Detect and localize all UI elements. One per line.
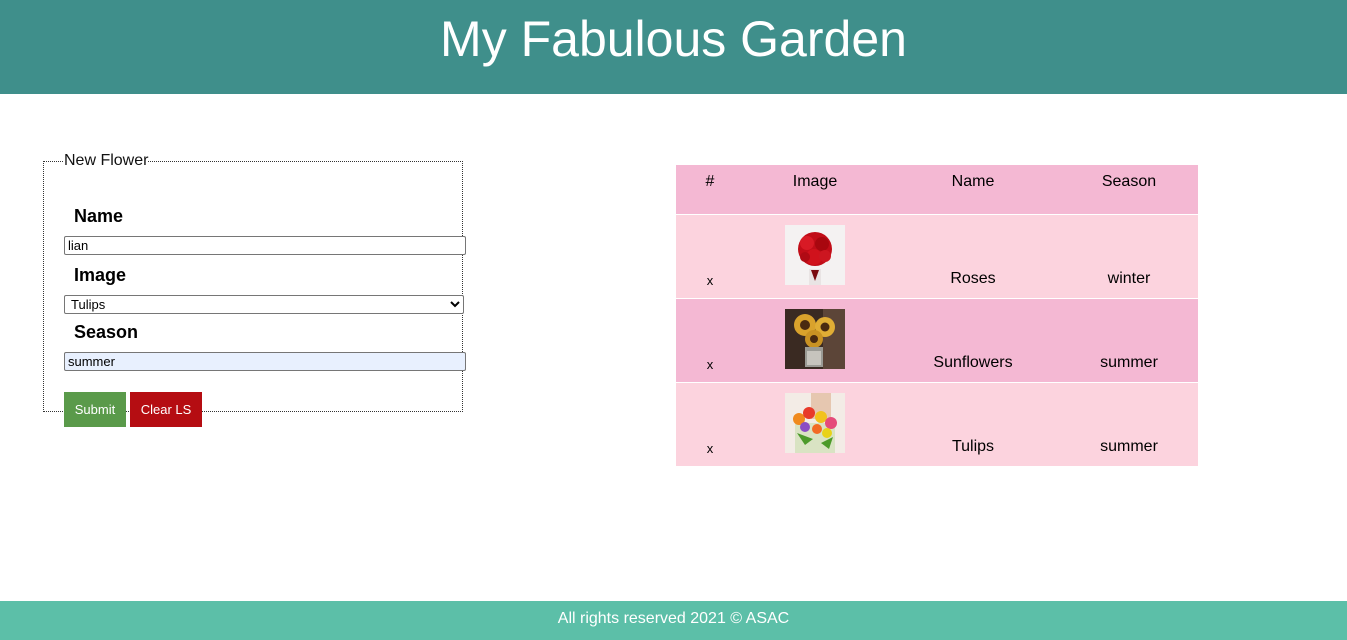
page-footer: All rights reserved 2021 © ASAC — [0, 601, 1347, 640]
copyright-text: All rights reserved 2021 © ASAC — [557, 610, 790, 627]
season-label: Season — [74, 322, 139, 342]
page-title: My Fabulous Garden — [440, 11, 907, 67]
tulips-thumbnail — [785, 392, 845, 453]
name-label: Name — [74, 206, 124, 226]
remove-row-button[interactable]: x — [676, 297, 744, 382]
red-roses-thumbnail — [785, 224, 845, 285]
column-header-index: # — [676, 165, 744, 214]
image-select[interactable]: Tulips — [64, 295, 464, 314]
table-row: x Sunflowers summer — [676, 297, 1198, 382]
flower-name: Tulips — [886, 381, 1060, 466]
clear-ls-button[interactable]: Clear LS — [130, 392, 202, 427]
flower-season: summer — [1060, 297, 1198, 382]
submit-button[interactable]: Submit — [64, 392, 126, 427]
form-legend: New Flower — [64, 152, 149, 169]
remove-row-button[interactable]: x — [676, 381, 744, 466]
table-row: x Tulips summer — [676, 381, 1198, 466]
table-header-row: # Image Name Season — [676, 165, 1198, 214]
flower-name: Sunflowers — [886, 297, 1060, 382]
remove-row-button[interactable]: x — [676, 213, 744, 298]
page-header: My Fabulous Garden — [0, 0, 1347, 94]
season-input[interactable] — [64, 352, 466, 371]
flowers-table: # Image Name Season x Roses winter x Sun… — [676, 165, 1198, 466]
sunflowers-thumbnail — [785, 308, 845, 369]
table-row: x Roses winter — [676, 213, 1198, 298]
image-label: Image — [74, 265, 127, 285]
flower-season: summer — [1060, 381, 1198, 466]
flower-name: Roses — [886, 213, 1060, 298]
name-input[interactable] — [64, 236, 466, 255]
column-header-season: Season — [1060, 165, 1198, 214]
new-flower-form: New Flower Name Image Tulips Season Subm… — [43, 152, 466, 427]
flower-season: winter — [1060, 213, 1198, 298]
column-header-name: Name — [886, 165, 1060, 214]
column-header-image: Image — [744, 165, 886, 214]
